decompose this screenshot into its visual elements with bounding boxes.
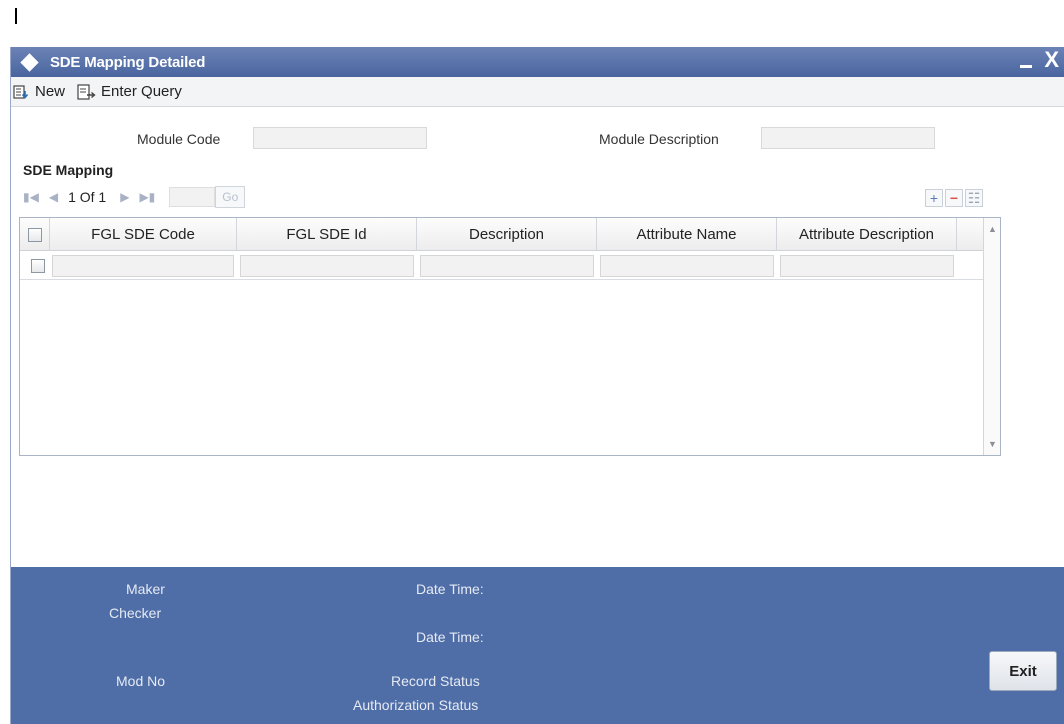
enter-query-label: Enter Query	[101, 83, 182, 100]
last-page-icon[interactable]: ▶▮	[139, 190, 155, 204]
next-page-icon[interactable]: ▶	[120, 190, 129, 204]
add-row-icon[interactable]: +	[925, 189, 943, 207]
column-header-description[interactable]: Description	[417, 218, 597, 251]
grid-pager: ▮◀ ◀ 1 Of 1 ▶ ▶▮ Go	[23, 185, 246, 209]
go-button[interactable]: Go	[215, 186, 246, 208]
app-diamond-icon	[20, 52, 39, 72]
window-title: SDE Mapping Detailed	[50, 53, 206, 71]
first-page-icon[interactable]: ▮◀	[23, 190, 39, 204]
scroll-up-icon[interactable]: ▲	[988, 224, 997, 234]
enter-query-icon	[77, 83, 96, 100]
attribute-description-field[interactable]	[780, 255, 954, 277]
page-indicator: 1 Of 1	[68, 189, 107, 205]
description-field[interactable]	[420, 255, 594, 277]
enter-query-button[interactable]: Enter Query	[77, 83, 182, 100]
column-header-attribute-name[interactable]: Attribute Name	[597, 218, 777, 251]
attribute-name-field[interactable]	[600, 255, 774, 277]
row-select-checkbox[interactable]	[31, 259, 45, 273]
maker-label: Maker	[126, 581, 165, 597]
delete-row-icon[interactable]: −	[945, 189, 963, 207]
select-all-checkbox[interactable]	[27, 227, 42, 242]
column-header-fgl-sde-code[interactable]: FGL SDE Code	[50, 218, 237, 251]
column-header-attribute-description[interactable]: Attribute Description	[777, 218, 957, 251]
module-code-field[interactable]	[253, 127, 427, 149]
exit-button[interactable]: Exit	[989, 651, 1057, 691]
previous-page-icon[interactable]: ◀	[49, 190, 58, 204]
scroll-down-icon[interactable]: ▼	[988, 439, 997, 449]
page-number-input[interactable]	[169, 187, 216, 207]
audit-footer: Maker Checker Date Time: Date Time: Mod …	[11, 567, 1064, 724]
sde-mapping-window: SDE Mapping Detailed X New Enter Query M…	[10, 47, 1064, 724]
toolbar: New Enter Query	[11, 77, 1064, 107]
grid-row-controls: + − ☷	[923, 189, 983, 207]
title-bar[interactable]: SDE Mapping Detailed X	[11, 47, 1064, 77]
grid-header: FGL SDE Code FGL SDE Id Description Attr…	[20, 218, 983, 251]
sde-mapping-grid: FGL SDE Code FGL SDE Id Description Attr…	[19, 217, 1001, 456]
grid-vertical-scrollbar[interactable]: ▲ ▼	[983, 218, 1000, 455]
checker-date-time-label: Date Time:	[416, 629, 484, 645]
new-label: New	[35, 83, 66, 100]
select-all-cell	[20, 218, 50, 251]
window-controls: X	[1020, 49, 1059, 71]
fgl-sde-code-field[interactable]	[52, 255, 234, 277]
close-icon[interactable]: X	[1044, 49, 1059, 71]
mod-no-label: Mod No	[116, 673, 166, 689]
checker-label: Checker	[109, 605, 162, 621]
minimize-icon[interactable]	[1020, 64, 1033, 68]
table-row[interactable]	[20, 251, 983, 280]
module-description-label: Module Description	[599, 131, 719, 147]
column-header-fgl-sde-id[interactable]: FGL SDE Id	[237, 218, 417, 251]
maker-date-time-label: Date Time:	[416, 581, 484, 597]
module-code-label: Module Code	[137, 131, 221, 147]
text-cursor-mark	[15, 8, 17, 24]
record-status-label: Record Status	[391, 673, 480, 689]
sde-mapping-section-title: SDE Mapping	[23, 162, 114, 178]
new-button[interactable]: New	[13, 83, 65, 100]
view-row-icon[interactable]: ☷	[965, 189, 983, 207]
module-description-field[interactable]	[761, 127, 935, 149]
new-record-icon	[13, 84, 29, 99]
fgl-sde-id-field[interactable]	[240, 255, 414, 277]
authorization-status-label: Authorization Status	[353, 697, 479, 713]
